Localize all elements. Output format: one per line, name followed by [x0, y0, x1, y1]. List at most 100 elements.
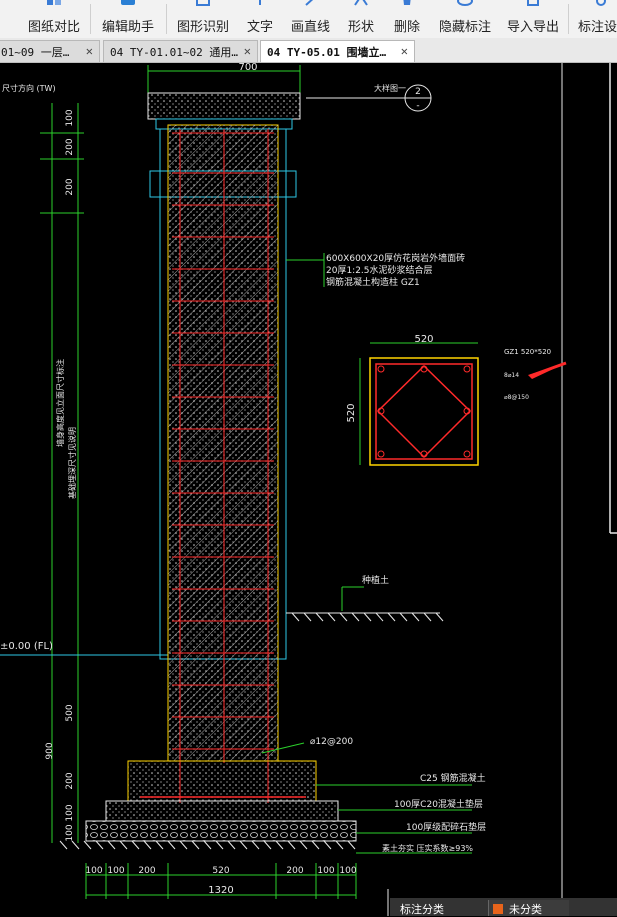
annotation-settings-icon — [595, 0, 606, 6]
bottom-left-dim: 500 — [65, 704, 75, 721]
import-export-button[interactable]: 导入导出 — [507, 0, 559, 38]
close-icon[interactable]: ✕ — [401, 44, 408, 58]
tab-label: 04 TY-01.01~02 通用… — [110, 46, 238, 59]
callout-bottom: - — [416, 101, 419, 111]
tab-document-1[interactable]: 01~09 一层… ✕ — [0, 40, 100, 62]
delete-icon — [403, 0, 411, 5]
left-dim: 200 — [65, 138, 75, 155]
gz1-diamond-tie — [376, 364, 472, 459]
annotation-settings-label: 标注设置 — [578, 20, 617, 35]
text-icon — [259, 0, 261, 5]
bottom-dim: 100 — [317, 866, 334, 876]
wall-cap — [147, 92, 301, 120]
bottom-dim: 200 — [286, 866, 303, 876]
delete-button[interactable]: 删除 — [394, 0, 420, 38]
callout-top: 2 — [415, 87, 421, 97]
compare-button[interactable]: 图纸对比 — [28, 0, 80, 38]
base-hatch — [59, 840, 356, 850]
gravel-cushion — [85, 820, 357, 842]
layer-note: 20厚1:2.5水泥砂浆结合层 — [326, 264, 433, 276]
column-fill — [168, 125, 278, 761]
ground-hatch — [291, 612, 444, 622]
edit-assistant-label: 编辑助手 — [102, 20, 155, 35]
close-icon[interactable]: ✕ — [86, 44, 93, 58]
tab-document-3[interactable]: 04 TY-05.01 围墙立… ✕ — [260, 40, 415, 62]
tab-label: 01~09 一层… — [1, 46, 70, 59]
base-layer: 100厚C20混凝土垫层 — [394, 798, 483, 810]
concrete-cushion — [105, 800, 339, 822]
gz1-stirrup-text: ⌀8@150 — [504, 394, 529, 401]
annotation-category-label: 标注分类 — [400, 903, 444, 916]
document-tabs: 01~09 一层… ✕ 04 TY-01.01~02 通用… ✕ 04 TY-0… — [0, 38, 617, 63]
vertical-label: 墙身高度见立面尺寸标注 — [55, 359, 65, 447]
compare-label: 图纸对比 — [28, 20, 81, 35]
left-dim: 100 — [65, 109, 75, 126]
delete-label: 删除 — [394, 20, 421, 35]
category-color-swatch — [493, 904, 503, 914]
text-label: 文字 — [247, 20, 274, 35]
gz1-section — [369, 357, 479, 466]
annotation-settings-button[interactable]: 标注设置 — [578, 0, 617, 38]
bottom-left-dim: 200 — [65, 772, 75, 789]
vertical-label: 基础埋深尺寸见说明 — [67, 427, 77, 499]
draw-line-button[interactable]: 画直线 — [291, 0, 331, 38]
section-width: 520 — [414, 334, 433, 345]
soil-label: 种植土 — [362, 574, 389, 586]
base-layer: C25 钢筋混凝土 — [420, 772, 486, 784]
shape-recognition-label: 图形识别 — [177, 20, 230, 35]
category-value: 未分类 — [509, 903, 542, 916]
cad-drawing: 700 尺寸方向 (TW) 100 200 200 墙身高度见立面尺寸标注 基础… — [0, 63, 617, 916]
left-dim: 200 — [65, 178, 75, 195]
drawing-canvas[interactable]: 700 尺寸方向 (TW) 100 200 200 墙身高度见立面尺寸标注 基础… — [0, 63, 617, 916]
bottom-left-dim: 900 — [45, 742, 55, 759]
hide-annotation-label: 隐藏标注 — [439, 20, 492, 35]
gz1-bars — [377, 365, 471, 458]
callout-label: 大样图一 — [374, 83, 406, 93]
layer-note: 钢筋混凝土构造柱 GZ1 — [326, 276, 420, 288]
draw-line-icon — [305, 0, 314, 6]
footing — [127, 760, 317, 802]
arrow-annotation-line — [529, 361, 567, 378]
annotation-status-bar: 标注分类 未分类 — [390, 898, 617, 916]
bottom-dim: 200 — [138, 866, 155, 876]
bottom-left-dim: 100 — [65, 824, 75, 841]
layer-note: 600X600X20厚仿花岗岩外墙面砖 — [326, 252, 465, 264]
draw-line-label: 画直线 — [291, 20, 331, 35]
category-dropdown[interactable]: 未分类 — [488, 900, 569, 916]
shape-recognition-icon — [196, 0, 210, 6]
toolbar-divider — [166, 4, 167, 34]
tab-document-2[interactable]: 04 TY-01.01~02 通用… ✕ — [103, 40, 258, 62]
bottom-dim: 520 — [212, 866, 229, 876]
toolbar-divider — [568, 4, 569, 34]
base-layer: 素土夯实 压实系数≥93% — [382, 843, 473, 853]
section-height: 520 — [346, 403, 357, 422]
bottom-dim: 100 — [85, 866, 102, 876]
level-label: ±0.00 (FL) — [0, 641, 53, 652]
hide-annotation-icon — [457, 0, 473, 6]
toolbar-divider — [90, 4, 91, 34]
edit-assistant-icon — [121, 0, 135, 5]
base-layer: 100厚级配碎石垫层 — [406, 821, 486, 833]
hide-annotation-button[interactable]: 隐藏标注 — [439, 0, 491, 38]
import-export-label: 导入导出 — [507, 20, 560, 35]
top-width-text: 700 — [238, 63, 257, 73]
gz1-title: GZ1 520*520 — [504, 348, 551, 356]
shape-label: 形状 — [348, 20, 375, 35]
bottom-left-dim: 100 — [65, 804, 75, 821]
gz1-stirrup — [375, 363, 473, 460]
text-button[interactable]: 文字 — [247, 0, 273, 38]
stirrup-note: ⌀12@200 — [310, 737, 353, 747]
bottom-dim: 100 — [339, 866, 356, 876]
shape-icon — [354, 0, 368, 6]
gz1-main-bar: 8⌀14 — [504, 372, 519, 379]
total-width: 1320 — [208, 885, 233, 896]
left-note: 尺寸方向 (TW) — [2, 83, 56, 93]
import-export-icon — [527, 0, 539, 6]
bottom-dim: 100 — [107, 866, 124, 876]
edit-assistant-button[interactable]: 编辑助手 — [102, 0, 154, 38]
compare-icon — [47, 0, 61, 5]
shape-button[interactable]: 形状 — [348, 0, 374, 38]
shape-recognition-button[interactable]: 图形识别 — [177, 0, 229, 38]
close-icon[interactable]: ✕ — [244, 44, 251, 58]
toolbar: 图纸对比 编辑助手 图形识别 文字 画直线 形状 删除 隐藏标注 导入导出 标注… — [0, 0, 617, 39]
